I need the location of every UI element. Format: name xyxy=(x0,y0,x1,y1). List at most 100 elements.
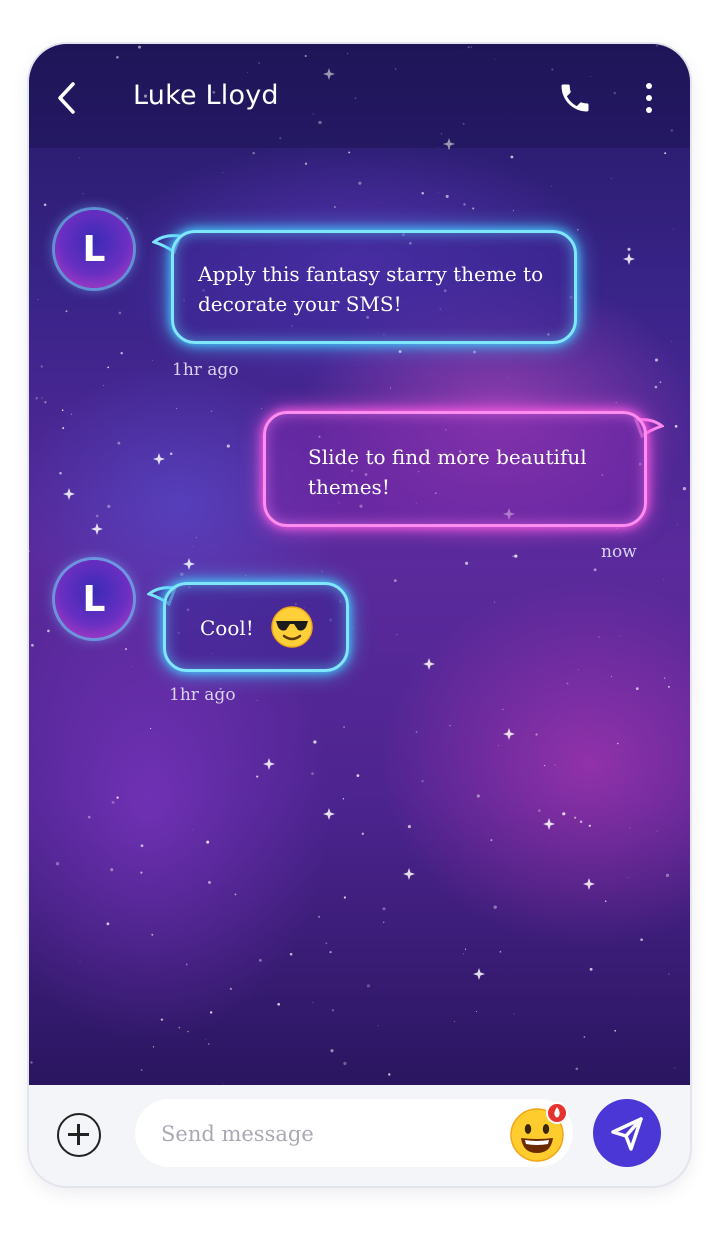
star-dot xyxy=(551,185,553,187)
star-dot xyxy=(356,774,360,777)
star-dot xyxy=(393,579,397,582)
star-dot xyxy=(544,764,546,767)
star-dot xyxy=(472,207,475,210)
message-input[interactable] xyxy=(159,1111,483,1157)
phone-icon xyxy=(561,84,589,112)
star-dot xyxy=(382,907,386,911)
star-dot xyxy=(507,376,509,378)
star-dot xyxy=(30,1061,33,1064)
star-dot xyxy=(140,871,143,874)
star-dot xyxy=(388,1073,391,1076)
star-dot xyxy=(498,745,499,746)
star-dot xyxy=(256,699,258,701)
star-dot xyxy=(206,840,210,844)
emoji-button[interactable] xyxy=(507,1101,571,1165)
star-dot xyxy=(160,1018,164,1021)
star-dot xyxy=(110,868,114,872)
star-dot xyxy=(107,504,111,509)
message-bubble-incoming[interactable]: Apply this fantasy starry theme to decor… xyxy=(171,230,577,344)
star-dot xyxy=(665,873,670,878)
star-dot xyxy=(407,825,411,829)
star-dot xyxy=(41,397,43,399)
star-dot xyxy=(65,310,68,313)
star-dot xyxy=(566,682,569,685)
star-dot xyxy=(575,1067,579,1071)
call-button[interactable] xyxy=(557,80,593,116)
star-dot xyxy=(667,685,670,688)
star-dot xyxy=(635,687,639,691)
sparkle-star xyxy=(423,658,435,670)
star-dot xyxy=(178,1026,181,1029)
star-dot xyxy=(593,568,597,572)
star-dot xyxy=(180,572,184,576)
star-dot xyxy=(583,1036,586,1038)
star-dot xyxy=(358,181,362,185)
star-dot xyxy=(29,550,31,553)
star-dot xyxy=(210,410,213,412)
star-dot xyxy=(614,1029,617,1032)
message-bubble-incoming[interactable]: Cool! xyxy=(163,582,349,672)
back-button[interactable] xyxy=(51,78,85,118)
star-dot xyxy=(668,973,670,975)
conversation-header: Luke Lloyd xyxy=(29,44,690,148)
star-dot xyxy=(191,829,193,830)
send-button[interactable] xyxy=(593,1099,661,1167)
star-dot xyxy=(37,298,39,300)
star-dot xyxy=(330,1049,334,1053)
star-dot xyxy=(656,830,658,832)
star-dot xyxy=(140,844,144,848)
star-dot xyxy=(321,570,323,572)
message-bubble-outgoing[interactable]: Slide to find more beautiful themes! xyxy=(263,411,647,527)
star-dot xyxy=(62,427,65,430)
star-dot xyxy=(562,812,566,816)
star-dot xyxy=(535,733,538,736)
star-dot xyxy=(87,815,91,819)
sparkle-star xyxy=(473,968,485,980)
star-dot xyxy=(103,385,104,387)
star-dot xyxy=(118,311,122,315)
star-dot xyxy=(223,1083,224,1084)
star-dot xyxy=(438,192,439,193)
avatar-initial: L xyxy=(82,229,106,270)
star-dot xyxy=(510,155,514,159)
sparkle-star xyxy=(583,878,595,890)
star-dot xyxy=(598,636,600,638)
star-dot xyxy=(61,409,64,411)
star-dot xyxy=(252,151,255,155)
add-attachment-button[interactable] xyxy=(57,1113,101,1157)
star-dot xyxy=(473,350,476,354)
star-dot xyxy=(366,984,371,988)
more-options-button[interactable] xyxy=(639,80,659,116)
star-dot xyxy=(40,365,43,368)
message-timestamp: now xyxy=(601,542,637,562)
star-dot xyxy=(343,725,346,729)
sparkle-star xyxy=(183,558,195,570)
star-dot xyxy=(325,942,328,945)
star-dot xyxy=(476,794,480,798)
star-dot xyxy=(463,203,466,206)
star-dot xyxy=(662,579,664,580)
star-dot xyxy=(616,527,618,530)
sparkle-star xyxy=(403,868,415,880)
star-dot xyxy=(659,381,662,384)
message-timestamp: 1hr ago xyxy=(172,360,239,380)
star-dot xyxy=(674,424,678,428)
star-dot xyxy=(538,809,541,812)
message-timestamp: 1hr ago xyxy=(169,685,236,705)
star-dot xyxy=(31,643,34,647)
star-dot xyxy=(333,206,336,208)
star-dot xyxy=(588,824,591,827)
star-dot xyxy=(663,677,666,679)
contact-avatar[interactable]: L xyxy=(55,210,133,288)
star-dot xyxy=(512,555,514,557)
message-text: Cool! xyxy=(200,616,254,640)
phone-frame: Luke Lloyd L Apply this fantasy starry t… xyxy=(29,44,690,1186)
contact-avatar[interactable]: L xyxy=(55,560,133,638)
star-dot xyxy=(117,441,121,445)
star-dot xyxy=(342,798,345,800)
star-dot xyxy=(589,967,593,971)
more-vertical-icon xyxy=(646,83,652,113)
star-dot xyxy=(95,514,99,518)
star-dot xyxy=(672,228,674,230)
star-dot xyxy=(421,191,424,195)
